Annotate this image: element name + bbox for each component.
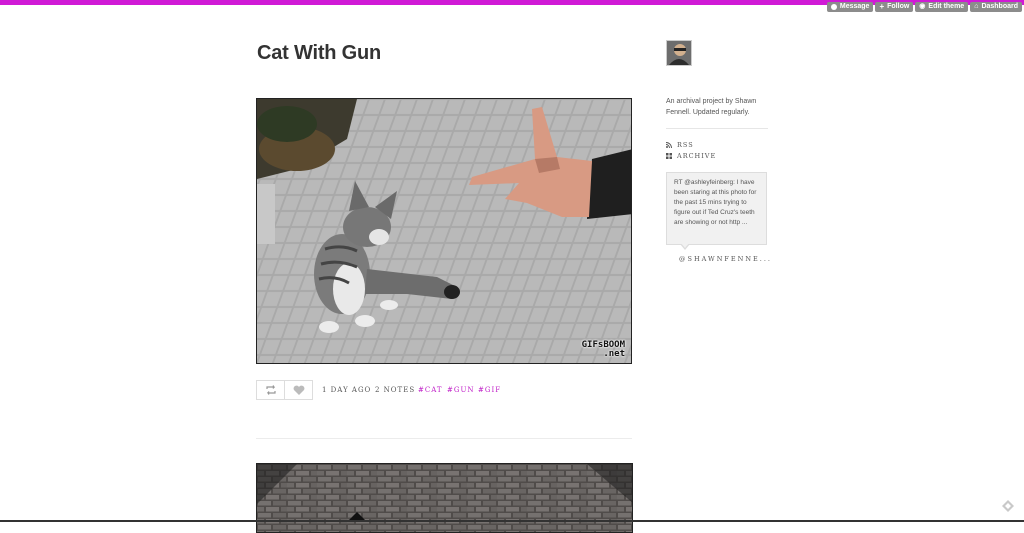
message-icon — [830, 4, 837, 10]
edit-theme-button[interactable]: ◉ Edit theme — [915, 2, 969, 12]
dashboard-button[interactable]: ⌂ Dashboard — [970, 2, 1022, 12]
archive-link[interactable]: ARCHIVE — [666, 152, 716, 160]
archive-label: ARCHIVE — [677, 152, 717, 160]
rss-label: RSS — [677, 141, 694, 149]
blog-controls: Message + Follow ◉ Edit theme ⌂ Dashboar… — [826, 2, 1022, 12]
rss-link[interactable]: RSS — [666, 141, 694, 149]
cat-gif-illustration — [257, 99, 631, 363]
avatar-image — [667, 41, 691, 65]
tag-link[interactable]: #CAT — [418, 386, 443, 394]
blog-description: An archival project by Shawn Fennell. Up… — [666, 98, 757, 116]
eye-icon: ◉ — [919, 3, 926, 10]
heart-icon — [293, 385, 304, 395]
edit-theme-label: Edit theme — [928, 3, 965, 10]
plus-icon: + — [879, 2, 885, 11]
tag-link[interactable]: #GUN — [447, 386, 474, 394]
home-icon: ⌂ — [974, 3, 979, 10]
reblog-button[interactable] — [256, 380, 285, 400]
next-post-photo[interactable] — [256, 463, 633, 533]
post-divider — [256, 438, 632, 439]
post-notes[interactable]: 2 NOTES — [375, 386, 415, 394]
avatar[interactable] — [666, 40, 692, 66]
brick-wall-illustration — [257, 464, 632, 532]
gif-watermark: GIFsBOOM .net — [582, 341, 625, 359]
watermark-line-2: .net — [603, 349, 625, 359]
twitter-handle-link[interactable]: @SHAWNFENNE... — [679, 255, 772, 263]
reblog-icon — [265, 385, 276, 395]
post-title[interactable]: Cat With Gun — [257, 42, 381, 65]
post-timestamp[interactable]: 1 DAY AGO — [322, 386, 371, 394]
message-label: Message — [839, 3, 870, 10]
rss-icon — [666, 142, 672, 148]
message-button[interactable]: Message — [826, 2, 874, 12]
grid-icon — [666, 153, 672, 159]
like-button[interactable] — [285, 380, 313, 400]
post-photo[interactable]: GIFsBOOM .net — [256, 98, 632, 364]
tweet-text: RT @ashleyfeinberg: I have been staring … — [674, 179, 757, 226]
latest-tweet[interactable]: RT @ashleyfeinberg: I have been staring … — [666, 172, 767, 245]
dashboard-label: Dashboard — [981, 3, 1018, 10]
tumblr-controls-icon[interactable] — [1002, 500, 1014, 512]
tag-link[interactable]: #GIF — [478, 386, 501, 394]
follow-label: Follow — [887, 3, 910, 10]
follow-button[interactable]: + Follow — [875, 2, 914, 12]
sidebar-divider — [666, 128, 768, 129]
tweet-pointer — [680, 243, 690, 250]
post-actions — [256, 380, 313, 400]
